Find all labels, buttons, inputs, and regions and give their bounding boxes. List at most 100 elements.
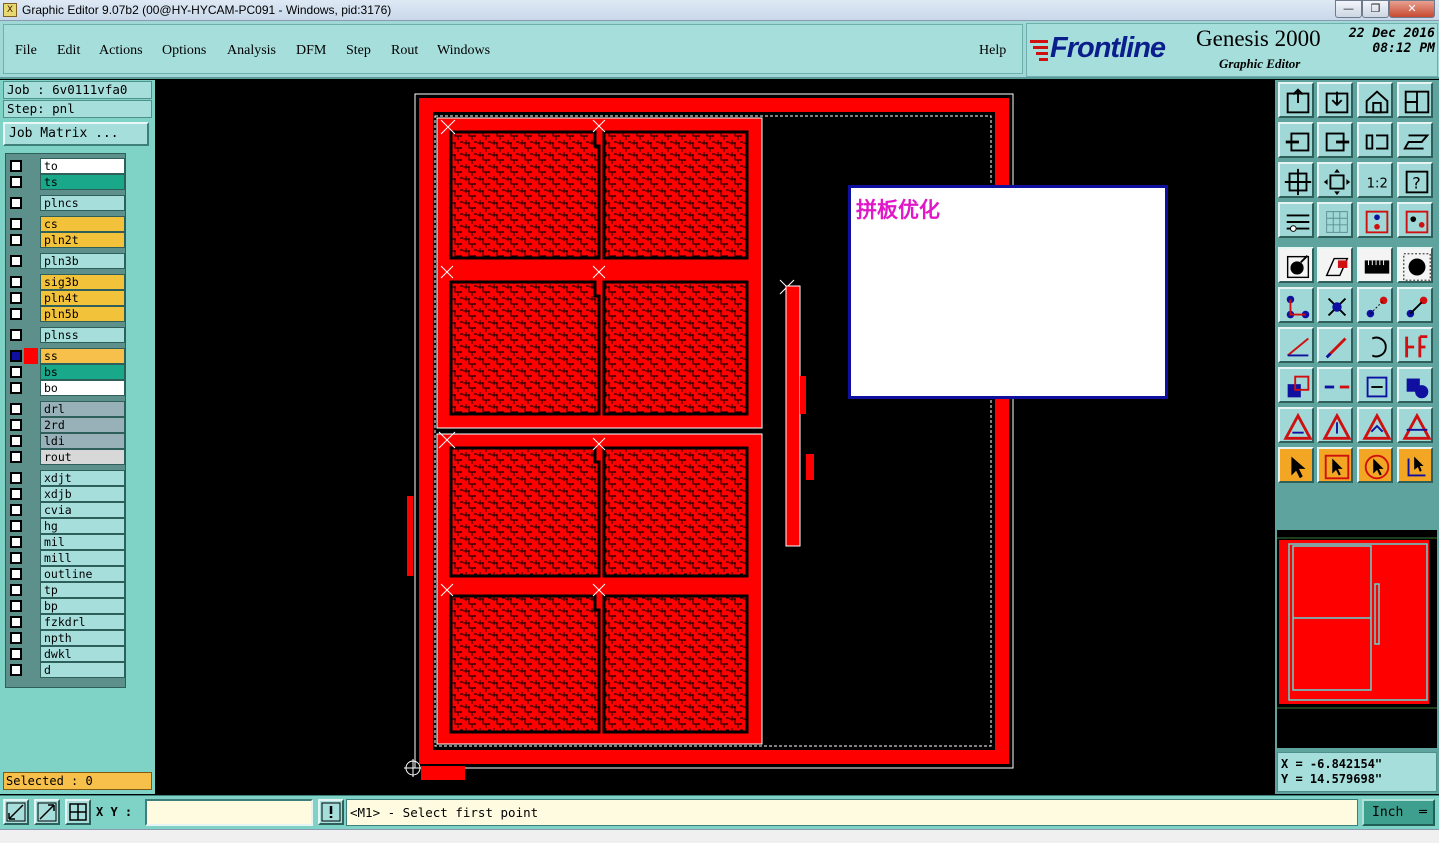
copy-feature-icon[interactable]: [1278, 367, 1314, 403]
layer-row-plncs[interactable]: plncs: [8, 195, 125, 211]
grid-view-icon[interactable]: [1317, 202, 1353, 238]
layer-color-icon[interactable]: [1397, 202, 1433, 238]
check-arrow-icon[interactable]: [1357, 407, 1393, 443]
xy-input[interactable]: [145, 799, 313, 826]
layer-row-bp[interactable]: bp: [8, 598, 125, 614]
layer-checkbox[interactable]: [10, 197, 22, 209]
help-icon[interactable]: ?: [1397, 162, 1433, 198]
layer-checkbox[interactable]: [10, 520, 22, 532]
layer-row-hg[interactable]: hg: [8, 518, 125, 534]
grid-icon[interactable]: [65, 799, 91, 825]
group-icon[interactable]: [1397, 367, 1433, 403]
layer-row-pln4t[interactable]: pln4t: [8, 290, 125, 306]
layer-name[interactable]: cs: [40, 216, 125, 232]
layer-checkbox[interactable]: [10, 435, 22, 447]
layer-checkbox[interactable]: [10, 664, 22, 676]
zoom-extents-icon[interactable]: [1278, 162, 1314, 198]
layer-checkbox[interactable]: [10, 472, 22, 484]
layer-name[interactable]: outline: [40, 566, 125, 582]
layer-name[interactable]: mil: [40, 534, 125, 550]
zoom-fit-icon[interactable]: [3, 799, 29, 825]
arc-icon[interactable]: [1357, 327, 1393, 363]
scale-1-2-icon[interactable]: 1:2: [1357, 162, 1393, 198]
layer-checkbox[interactable]: [10, 160, 22, 172]
add-surface-icon[interactable]: [1317, 247, 1353, 283]
check-span-icon[interactable]: [1397, 407, 1433, 443]
menu-analysis[interactable]: Analysis: [227, 43, 276, 59]
delete-node-icon[interactable]: [1317, 287, 1353, 323]
layer-checkbox[interactable]: [10, 568, 22, 580]
layer-row-xdjb[interactable]: xdjb: [8, 486, 125, 502]
layer-name[interactable]: xdjb: [40, 486, 125, 502]
add-pad-icon[interactable]: [1278, 247, 1314, 283]
export-icon[interactable]: [1317, 122, 1353, 158]
redraw-icon[interactable]: [1397, 122, 1433, 158]
layer-row-d[interactable]: d: [8, 662, 125, 678]
layer-row-bs[interactable]: bs: [8, 364, 125, 380]
layer-name[interactable]: 2rd: [40, 417, 125, 433]
measure-ruler-icon[interactable]: [1357, 247, 1393, 283]
menu-windows[interactable]: Windows: [437, 43, 490, 59]
select-net-icon[interactable]: [1397, 447, 1433, 483]
layer-row-rout[interactable]: rout: [8, 449, 125, 465]
layer-name[interactable]: bp: [40, 598, 125, 614]
layer-name[interactable]: d: [40, 662, 125, 678]
line-angle-icon[interactable]: [1278, 327, 1314, 363]
check-up-icon[interactable]: [1317, 407, 1353, 443]
layer-name[interactable]: ts: [40, 174, 125, 190]
menu-rout[interactable]: Rout: [391, 43, 418, 59]
layer-row-ss[interactable]: ss: [8, 348, 125, 364]
maximize-button[interactable]: ❐: [1362, 0, 1389, 18]
select-pointer-icon[interactable]: [1278, 447, 1314, 483]
layer-name[interactable]: npth: [40, 630, 125, 646]
layer-row-plnss[interactable]: plnss: [8, 327, 125, 343]
import-icon[interactable]: [1278, 122, 1314, 158]
layer-checkbox[interactable]: [10, 292, 22, 304]
draw-line-icon[interactable]: [1317, 327, 1353, 363]
text-tool-icon[interactable]: [1397, 327, 1433, 363]
layer-name[interactable]: fzkdrl: [40, 614, 125, 630]
undo-icon[interactable]: [1357, 122, 1393, 158]
layer-name[interactable]: dwkl: [40, 646, 125, 662]
open-icon[interactable]: [1278, 82, 1314, 118]
layer-row-mill[interactable]: mill: [8, 550, 125, 566]
layer-checkbox[interactable]: [10, 308, 22, 320]
layer-checkbox[interactable]: [10, 451, 22, 463]
pan-icon[interactable]: [1317, 162, 1353, 198]
measure-icon[interactable]: [34, 799, 60, 825]
layer-row-ldi[interactable]: ldi: [8, 433, 125, 449]
layer-name[interactable]: pln4t: [40, 290, 125, 306]
split-line-icon[interactable]: [1317, 367, 1353, 403]
round-pad-icon[interactable]: [1397, 247, 1433, 283]
optimization-dialog[interactable]: 拼板优化: [848, 185, 1168, 399]
layer-name[interactable]: xdjt: [40, 470, 125, 486]
unit-selector[interactable]: Inch ═: [1362, 799, 1435, 826]
layer-row-dwkl[interactable]: dwkl: [8, 646, 125, 662]
layer-name[interactable]: pln2t: [40, 232, 125, 248]
layer-row-sig3b[interactable]: sig3b: [8, 274, 125, 290]
layer-name[interactable]: bo: [40, 380, 125, 396]
layer-row-npth[interactable]: npth: [8, 630, 125, 646]
menu-step[interactable]: Step: [346, 43, 371, 59]
layer-row-ts[interactable]: ts: [8, 174, 125, 190]
minimize-button[interactable]: —: [1335, 0, 1362, 18]
menu-edit[interactable]: Edit: [57, 43, 80, 59]
close-button[interactable]: ✕: [1389, 0, 1435, 18]
layer-checkbox[interactable]: [10, 632, 22, 644]
settings-icon[interactable]: [1278, 202, 1314, 238]
layer-name[interactable]: to: [40, 158, 125, 174]
layer-checkbox[interactable]: [10, 488, 22, 500]
menu-actions[interactable]: Actions: [99, 43, 143, 59]
layer-checkbox[interactable]: [10, 329, 22, 341]
layer-checkbox[interactable]: [10, 234, 22, 246]
alert-icon[interactable]: [318, 799, 344, 825]
resize-icon[interactable]: [1357, 367, 1393, 403]
layer-name[interactable]: mill: [40, 550, 125, 566]
layer-checkbox[interactable]: [10, 600, 22, 612]
layer-display-icon[interactable]: [1357, 202, 1393, 238]
layer-checkbox[interactable]: [10, 584, 22, 596]
layer-name[interactable]: plnss: [40, 327, 125, 343]
layer-checkbox[interactable]: [10, 536, 22, 548]
layer-checkbox[interactable]: [10, 419, 22, 431]
menu-file[interactable]: File: [15, 43, 37, 59]
